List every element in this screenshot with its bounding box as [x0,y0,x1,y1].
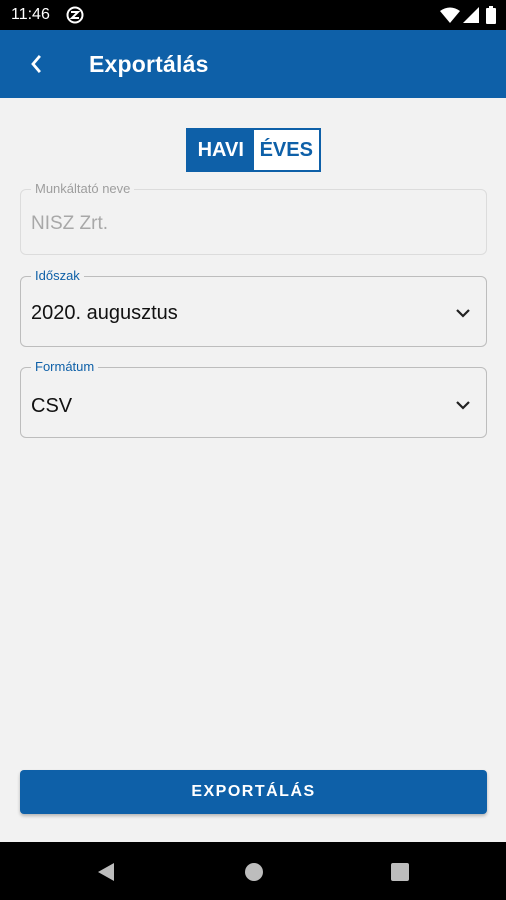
status-bar: 11:46 [0,0,506,30]
back-triangle-icon[interactable] [94,860,118,884]
chevron-left-icon [31,55,41,73]
period-value: 2020. augusztus [31,302,178,324]
system-nav-bar [0,842,506,900]
format-select[interactable]: Formátum CSV [20,359,487,438]
status-time: 11:46 [11,6,50,23]
app-bar: Exportálás [0,30,506,98]
app-notification-icon [66,6,84,24]
chevron-down-icon [456,401,470,410]
page-title: Exportálás [89,51,209,77]
recents-square-icon[interactable] [388,860,412,884]
home-circle-icon[interactable] [242,860,266,884]
period-select[interactable]: Időszak 2020. augusztus [20,268,487,347]
period-label: Időszak [31,268,84,284]
toggle-monthly[interactable]: HAVI [188,130,254,170]
employer-label: Munkáltató neve [31,181,135,197]
back-button[interactable] [18,46,54,82]
wifi-icon [440,7,460,23]
signal-icon [463,7,479,23]
period-toggle: HAVI ÉVES [186,128,321,172]
battery-icon [486,6,496,24]
toggle-yearly[interactable]: ÉVES [253,130,319,170]
employer-field: Munkáltató neve NISZ Zrt. [20,181,487,255]
format-value: CSV [31,395,73,417]
export-button[interactable]: EXPORTÁLÁS [20,770,487,814]
format-label: Formátum [31,359,99,375]
chevron-down-icon [456,309,470,318]
employer-value: NISZ Zrt. [31,213,109,234]
